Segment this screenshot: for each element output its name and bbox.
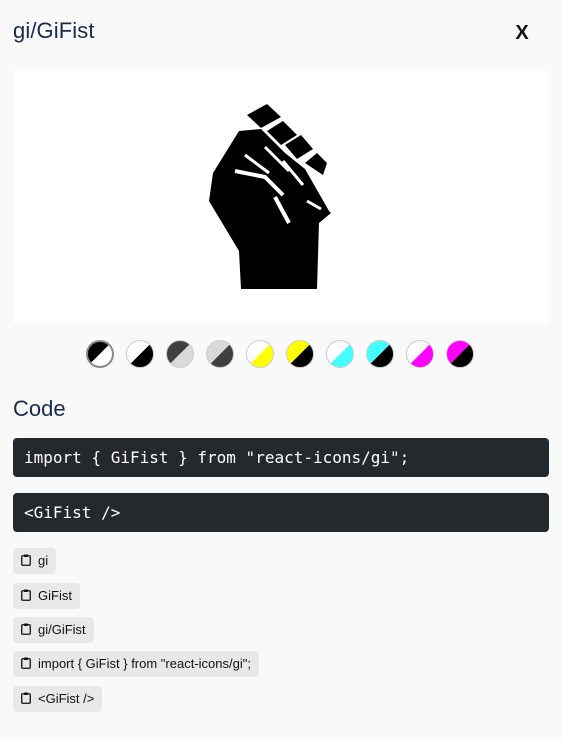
color-swatch-black-white[interactable] [86, 340, 114, 368]
fist-icon [209, 104, 331, 289]
copy-button[interactable]: gi/GiFist [13, 617, 94, 643]
copy-button[interactable]: <GiFist /> [13, 686, 103, 712]
color-swatch-magenta-black[interactable] [446, 340, 474, 368]
copy-button-label: <GiFist /> [38, 691, 95, 706]
clipboard-icon [21, 549, 31, 566]
icon-title: gi/GiFist [13, 18, 95, 43]
color-swatch-yellow-white[interactable] [246, 340, 274, 368]
clipboard-icon [21, 584, 31, 601]
copy-button[interactable]: import { GiFist } from "react-icons/gi"; [13, 651, 259, 677]
color-swatch-yellow-black[interactable] [286, 340, 314, 368]
clipboard-icon [21, 618, 31, 635]
color-swatch-cyan-black[interactable] [366, 340, 394, 368]
import-code-block[interactable]: import { GiFist } from "react-icons/gi"; [13, 438, 549, 477]
close-button[interactable]: X [506, 20, 538, 46]
copy-button[interactable]: GiFist [13, 583, 80, 609]
color-swatch-magenta-white[interactable] [406, 340, 434, 368]
icon-preview [13, 71, 549, 323]
color-swatch-dark-gray[interactable] [206, 340, 234, 368]
copy-button[interactable]: gi [13, 548, 57, 574]
jsx-code-block[interactable]: <GiFist /> [13, 493, 549, 532]
copy-button-label: import { GiFist } from "react-icons/gi"; [38, 656, 251, 671]
copy-button-label: gi [38, 553, 49, 568]
color-swatches [86, 340, 486, 370]
clipboard-icon [21, 687, 31, 704]
color-swatch-gray-dark[interactable] [166, 340, 194, 368]
copy-button-label: gi/GiFist [38, 622, 86, 637]
modal-header: gi/GiFist X [0, 0, 562, 64]
copy-button-label: GiFist [38, 588, 72, 603]
code-section-title: Code [13, 396, 66, 421]
color-swatch-white-black[interactable] [126, 340, 154, 368]
color-swatch-cyan-white[interactable] [326, 340, 354, 368]
clipboard-icon [21, 652, 31, 669]
